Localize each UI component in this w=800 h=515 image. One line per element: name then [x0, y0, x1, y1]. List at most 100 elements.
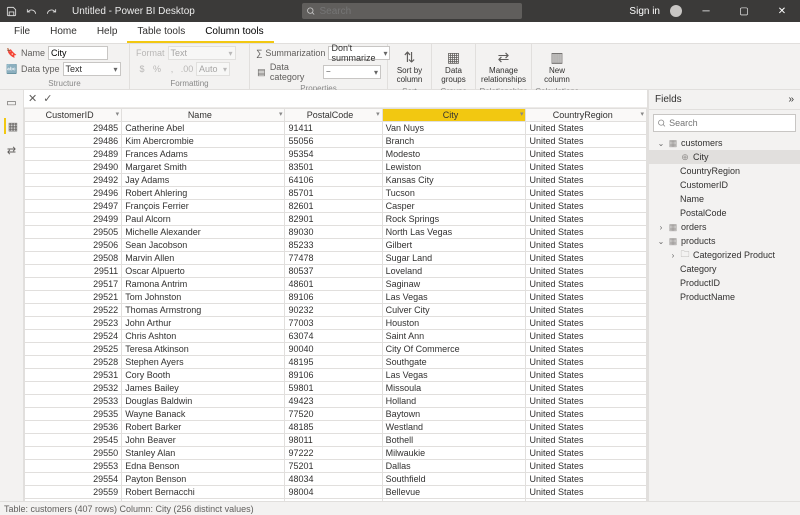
table-row[interactable]: 29535Wayne Banack77520BaytownUnited Stat…: [25, 408, 647, 421]
table-row[interactable]: 29554Payton Benson48034SouthfieldUnited …: [25, 473, 647, 486]
table-row[interactable]: 29511Oscar Alpuerto80537LovelandUnited S…: [25, 265, 647, 278]
table-row[interactable]: 29545John Beaver98011BothellUnited State…: [25, 434, 647, 447]
name-input[interactable]: [48, 46, 108, 60]
field-city[interactable]: ⊕City: [649, 150, 800, 164]
field-categorized-product[interactable]: ›🗀Categorized Product: [649, 248, 800, 262]
title-search-input[interactable]: [320, 6, 519, 17]
currency-icon: $: [136, 63, 148, 75]
data-view-icon[interactable]: ▦: [4, 118, 20, 134]
avatar-icon[interactable]: [670, 5, 682, 17]
app-title: Untitled - Power BI Desktop: [72, 6, 195, 17]
tag-icon: 🔖: [6, 47, 18, 59]
table-row[interactable]: 29505Michelle Alexander89030North Las Ve…: [25, 226, 647, 239]
fields-search[interactable]: [653, 114, 796, 132]
close-button[interactable]: ✕: [768, 0, 796, 22]
sort-icon: ⇅: [401, 48, 419, 66]
table-row[interactable]: 29506Sean Jacobson85233GilbertUnited Sta…: [25, 239, 647, 252]
table-row[interactable]: 29560Matthias Berndt92025EscondidoUnited…: [25, 499, 647, 502]
datatype-label: Data type: [21, 64, 60, 74]
table-row[interactable]: 29559Robert Bernacchi98004BellevueUnited…: [25, 486, 647, 499]
datatype-icon: 🔤: [6, 63, 18, 75]
col-postalcode[interactable]: PostalCode: [285, 109, 382, 122]
field-customerid[interactable]: CustomerID: [649, 178, 800, 192]
table-row[interactable]: 29528Stephen Ayers48195SouthgateUnited S…: [25, 356, 647, 369]
table-row[interactable]: 29486Kim Abercrombie55056BranchUnited St…: [25, 135, 647, 148]
redo-icon[interactable]: [44, 4, 58, 18]
table-row[interactable]: 29523John Arthur77003HoustonUnited State…: [25, 317, 647, 330]
col-customerid[interactable]: CustomerID: [25, 109, 122, 122]
status-text: Table: customers (407 rows) Column: City…: [4, 504, 254, 514]
table-row[interactable]: 29532James Bailey59801MissoulaUnited Sta…: [25, 382, 647, 395]
data-table[interactable]: CustomerIDNamePostalCodeCityCountryRegio…: [24, 108, 647, 501]
title-bar: Untitled - Power BI Desktop Sign in ─ ▢ …: [0, 0, 800, 22]
table-row[interactable]: 29521Tom Johnston89106Las VegasUnited St…: [25, 291, 647, 304]
fields-title: Fields: [655, 94, 682, 105]
menu-column-tools[interactable]: Column tools: [195, 22, 273, 43]
table-customers[interactable]: ⌄▦customers: [649, 136, 800, 150]
table-row[interactable]: 29553Edna Benson75201DallasUnited States: [25, 460, 647, 473]
new-column-button[interactable]: ▥ New column: [537, 46, 577, 87]
data-groups-button[interactable]: ▦ Data groups: [434, 46, 474, 87]
table-row[interactable]: 29489Frances Adams95354ModestoUnited Sta…: [25, 148, 647, 161]
col-countryregion[interactable]: CountryRegion: [526, 109, 647, 122]
fields-tree[interactable]: ⌄▦customers⊕CityCountryRegionCustomerIDN…: [649, 136, 800, 501]
table-row[interactable]: 29490Margaret Smith83501LewistonUnited S…: [25, 161, 647, 174]
report-view-icon[interactable]: ▭: [4, 94, 20, 110]
field-postalcode[interactable]: PostalCode: [649, 206, 800, 220]
table-row[interactable]: 29533Douglas Baldwin49423HollandUnited S…: [25, 395, 647, 408]
summarization-select[interactable]: Don't summarize: [328, 46, 390, 60]
model-view-icon[interactable]: ⇄: [4, 142, 20, 158]
table-icon: ▦: [668, 236, 678, 247]
table-area: ✕ ✓ CustomerIDNamePostalCodeCityCountryR…: [24, 90, 648, 501]
datacategory-select[interactable]: ⎯: [323, 65, 381, 79]
table-row[interactable]: 29499Paul Alcorn82901Rock SpringsUnited …: [25, 213, 647, 226]
field-productname[interactable]: ProductName: [649, 290, 800, 304]
fields-search-input[interactable]: [669, 118, 792, 128]
table-row[interactable]: 29531Cory Booth89106Las VegasUnited Stat…: [25, 369, 647, 382]
menu-file[interactable]: File: [4, 22, 40, 43]
datatype-select[interactable]: Text: [63, 62, 121, 76]
commit-icon[interactable]: ✓: [43, 92, 52, 105]
field-category[interactable]: Category: [649, 262, 800, 276]
menu-home[interactable]: Home: [40, 22, 87, 43]
manage-relationships-button[interactable]: ⇄ Manage relationships: [477, 46, 530, 87]
field-productid[interactable]: ProductID: [649, 276, 800, 290]
collapse-icon[interactable]: »: [788, 94, 794, 105]
table-row[interactable]: 29496Robert Ahlering85701TucsonUnited St…: [25, 187, 647, 200]
col-city[interactable]: City: [382, 109, 526, 122]
col-name[interactable]: Name: [122, 109, 285, 122]
cancel-icon[interactable]: ✕: [28, 92, 37, 105]
sigma-icon: ∑: [256, 47, 262, 59]
maximize-button[interactable]: ▢: [730, 0, 758, 22]
table-orders[interactable]: ›▦orders: [649, 220, 800, 234]
relationships-icon: ⇄: [495, 48, 513, 66]
table-products[interactable]: ⌄▦products: [649, 234, 800, 248]
name-label: Name: [21, 48, 45, 58]
search-icon: [657, 118, 666, 128]
table-row[interactable]: 29550Stanley Alan97222MilwaukieUnited St…: [25, 447, 647, 460]
signin-label[interactable]: Sign in: [629, 6, 660, 17]
minimize-button[interactable]: ─: [692, 0, 720, 22]
table-row[interactable]: 29517Ramona Antrim48601SaginawUnited Sta…: [25, 278, 647, 291]
menu-help[interactable]: Help: [87, 22, 128, 43]
group-formatting: Formatting: [136, 79, 243, 89]
field-countryregion[interactable]: CountryRegion: [649, 164, 800, 178]
comma-icon: ,: [166, 63, 178, 75]
field-name[interactable]: Name: [649, 192, 800, 206]
menu-table-tools[interactable]: Table tools: [127, 22, 195, 43]
undo-icon[interactable]: [24, 4, 38, 18]
folder-icon: 🗀: [680, 247, 690, 263]
table-row[interactable]: 29497François Ferrier82601CasperUnited S…: [25, 200, 647, 213]
table-row[interactable]: 29485Catherine Abel91411Van NuysUnited S…: [25, 122, 647, 135]
table-row[interactable]: 29508Marvin Allen77478Sugar LandUnited S…: [25, 252, 647, 265]
summarization-label: Summarization: [265, 48, 325, 58]
title-search[interactable]: [302, 3, 522, 19]
table-icon: ▦: [668, 138, 678, 149]
save-icon[interactable]: [4, 4, 18, 18]
table-row[interactable]: 29522Thomas Armstrong90232Culver CityUni…: [25, 304, 647, 317]
table-row[interactable]: 29536Robert Barker48185WestlandUnited St…: [25, 421, 647, 434]
sort-by-column-button[interactable]: ⇅ Sort by column: [390, 46, 430, 87]
table-row[interactable]: 29524Chris Ashton63074Saint AnnUnited St…: [25, 330, 647, 343]
table-row[interactable]: 29492Jay Adams64106Kansas CityUnited Sta…: [25, 174, 647, 187]
table-row[interactable]: 29525Teresa Atkinson90040City Of Commerc…: [25, 343, 647, 356]
